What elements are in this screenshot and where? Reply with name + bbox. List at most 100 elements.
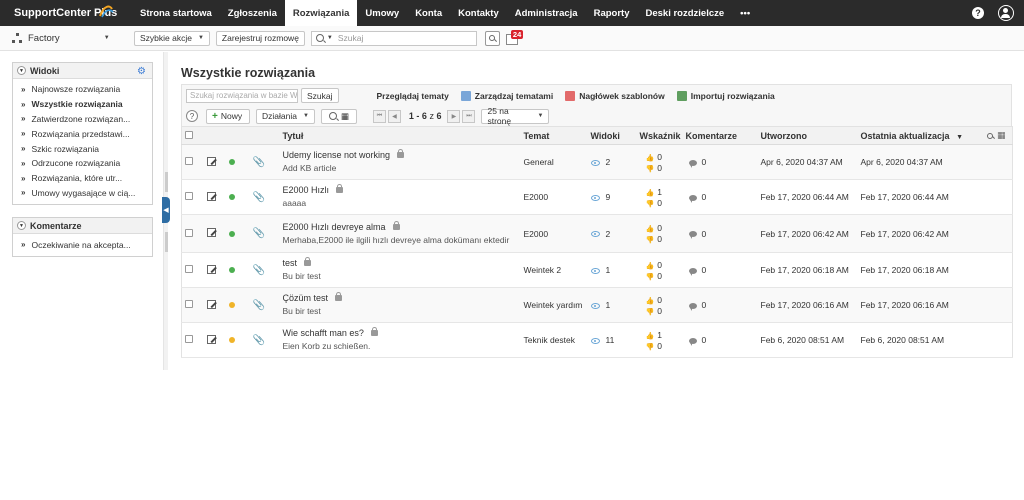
help-icon[interactable]: ? <box>972 7 984 19</box>
search-icon[interactable] <box>986 132 993 139</box>
solution-title-link[interactable]: E2000 Hızlı devreye alma <box>283 222 386 232</box>
sidebar: ▼ Widoki ⚙ » Najnowsze rozwiązania » Wszyst… <box>12 62 153 269</box>
kb-search-input[interactable]: Szukaj rozwiązania w bazie W <box>186 88 298 103</box>
collapse-icon[interactable]: ▼ <box>17 66 26 75</box>
page-title: Wszystkie rozwiązania <box>181 66 316 80</box>
table-row[interactable]: 📎 E2000 Hızlı devreye alma Merhaba,E2000 i… <box>181 214 1013 253</box>
row-checkbox[interactable] <box>185 335 193 343</box>
row-checkbox[interactable] <box>185 228 193 237</box>
new-solution-button[interactable]: + Nowy <box>206 108 250 124</box>
row-checkbox[interactable] <box>185 265 193 273</box>
downvote-count: 0 <box>657 270 662 281</box>
kb-search-button[interactable]: Szukaj <box>301 88 339 103</box>
topic-column-header[interactable]: Temat <box>520 126 588 145</box>
sidebar-item[interactable]: » Wszystkie rozwiązania <box>13 97 152 112</box>
nav-item[interactable]: Rozwiązania <box>284 0 358 26</box>
user-profile-icon[interactable] <box>998 5 1014 21</box>
browse-topics-link[interactable]: Przeglądaj tematy <box>377 91 449 101</box>
table-row[interactable]: 📎 test Bu bir test Weintek 2 1 👍 0 👎 0 0 Feb 17, 2… <box>181 252 1013 288</box>
manage-topics-link[interactable]: Zarządzaj tematami <box>460 90 553 101</box>
table-row[interactable]: 📎 Wie schafft man es? Eien Korb zu schieße… <box>181 322 1013 358</box>
nav-item[interactable]: Zgłoszenia <box>220 0 285 26</box>
sidebar-item[interactable]: » Odrzucone rozwiązania <box>13 156 152 171</box>
table-row[interactable]: 📎 E2000 Hızlı aaaaa E2000 9 👍 1 👎 0 0 Feb 17, 2020… <box>181 179 1013 215</box>
nav-item[interactable]: Strona startowa <box>132 0 220 26</box>
table-header-row: Tytuł Temat Widoki Wskaźnik Komentarze U… <box>181 126 1013 145</box>
scan-icon[interactable] <box>484 30 500 46</box>
quick-actions-button[interactable]: Szybkie akcje ▼ <box>134 30 210 46</box>
actions-button[interactable]: Działania ▼ <box>256 108 315 124</box>
next-page-icon[interactable]: ▶ <box>447 109 461 123</box>
global-search-input[interactable]: ▼ Szukaj <box>310 30 477 46</box>
sidebar-item[interactable]: » Zatwierdzone rozwiązan... <box>13 112 152 127</box>
column-tools: ▦ <box>981 130 1013 141</box>
sidebar-item[interactable]: » Rozwiązania, które utr... <box>13 171 152 186</box>
row-checkbox[interactable] <box>185 300 193 308</box>
row-status-cell <box>225 252 250 288</box>
nav-item[interactable]: Deski rozdzielcze <box>638 0 733 26</box>
solution-title-link[interactable]: Udemy license not working <box>283 150 391 160</box>
nav-item[interactable]: Kontakty <box>450 0 507 26</box>
comments-title: Komentarze <box>30 220 82 231</box>
rating-column-header[interactable]: Wskaźnik <box>636 126 683 145</box>
row-checkbox[interactable] <box>185 192 193 200</box>
sidebar-item[interactable]: » Rozwiązania przedstawi... <box>13 126 152 141</box>
comments-panel-header[interactable]: ▼ Komentarze <box>13 218 152 235</box>
filter-button[interactable]: ▦ <box>320 108 357 124</box>
edit-icon[interactable] <box>206 228 216 237</box>
sidebar-item[interactable]: » Szkic rozwiązania <box>13 141 152 156</box>
edit-icon[interactable] <box>206 334 216 344</box>
more-menu-icon[interactable]: ••• <box>732 0 758 26</box>
solution-title-link[interactable]: Wie schafft man es? <box>283 328 364 338</box>
nav-item[interactable]: Konta <box>407 0 450 26</box>
per-page-select[interactable]: 25 na stronę ▼ <box>481 106 550 126</box>
solution-title-link[interactable]: E2000 Hızlı <box>283 185 330 195</box>
reminders-icon[interactable]: 24 <box>505 29 524 46</box>
nav-item[interactable]: Administracja <box>507 0 586 26</box>
help-icon[interactable]: ? <box>186 110 198 122</box>
first-page-icon[interactable]: ⏮ <box>372 109 386 123</box>
edit-icon[interactable] <box>206 156 216 166</box>
edit-icon[interactable] <box>206 191 216 201</box>
views-column-header[interactable]: Widoki <box>587 126 637 145</box>
sidebar-item-label: Wszystkie rozwiązania <box>31 99 123 110</box>
row-checkbox[interactable] <box>185 157 193 165</box>
account-selector[interactable]: Factory ▼ <box>0 33 134 44</box>
updated-column-header[interactable]: Ostatnia aktualizacja ▼ <box>857 126 978 145</box>
collapse-sidebar-button[interactable]: ◀ <box>162 197 170 223</box>
nav-item[interactable]: Umowy <box>357 0 407 26</box>
collapse-icon[interactable]: ▼ <box>17 221 26 231</box>
created-column-header[interactable]: Utworzono <box>757 126 858 145</box>
sidebar-item[interactable]: » Umowy wygasające w cią... <box>13 186 152 201</box>
select-all-checkbox[interactable] <box>185 130 193 139</box>
import-solutions-link[interactable]: Importuj rozwiązania <box>676 90 775 101</box>
views-panel-header[interactable]: ▼ Widoki ⚙ <box>13 63 152 79</box>
column-chooser-icon[interactable]: ▦ <box>997 130 1006 141</box>
template-header-link[interactable]: Nagłówek szablonów <box>565 90 665 101</box>
sidebar-item[interactable]: » Najnowsze rozwiązania <box>13 82 152 97</box>
search-placeholder: Szukaj <box>337 33 364 43</box>
solution-title-link[interactable]: test <box>283 258 298 268</box>
solution-summary: aaaaa <box>282 198 307 208</box>
eye-icon <box>590 159 600 166</box>
log-call-button[interactable]: Zarejestruj rozmowę <box>215 30 305 46</box>
nav-item[interactable]: Raporty <box>586 0 638 26</box>
row-rating-cell: 👍 0 👎 0 <box>636 252 683 288</box>
sidebar-item[interactable]: » Oczekiwanie na akcepta... <box>13 237 152 252</box>
prev-page-icon[interactable]: ◀ <box>387 109 401 123</box>
comment-count: 0 <box>701 157 707 167</box>
edit-icon[interactable] <box>206 299 216 309</box>
upvote-count: 1 <box>657 186 662 197</box>
gear-icon[interactable]: ⚙ <box>137 66 146 77</box>
thumbs-up-icon: 👍 <box>645 297 655 305</box>
edit-icon[interactable] <box>206 264 216 274</box>
table-row[interactable]: 📎 Çözüm test Bu bir test Weintek yardım 1 👍 0 👎… <box>181 287 1013 323</box>
title-column-header[interactable]: Tytuł <box>279 126 521 145</box>
row-title-cell: Çözüm test Bu bir test <box>279 287 521 323</box>
comments-column-header[interactable]: Komentarze <box>682 126 758 145</box>
app-logo[interactable]: SupportCenter Plus <box>0 0 132 26</box>
last-page-icon[interactable]: ⏭ <box>462 109 476 123</box>
table-row[interactable]: 📎 Udemy license not working Add KB article… <box>181 144 1013 180</box>
attachment-icon[interactable]: 📎 <box>253 228 265 239</box>
solution-title-link[interactable]: Çözüm test <box>283 293 329 303</box>
